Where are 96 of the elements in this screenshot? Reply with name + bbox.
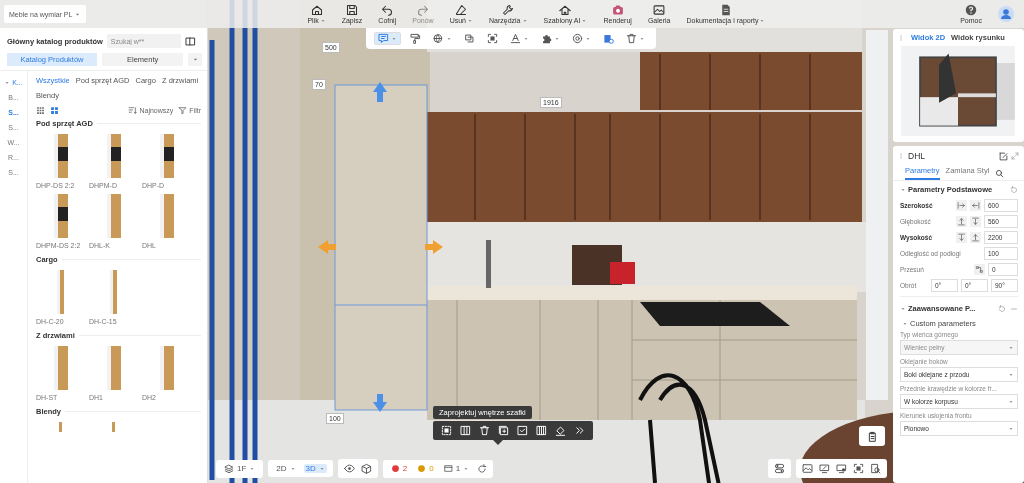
caret-icon <box>391 35 397 42</box>
gallery-icon <box>653 4 666 16</box>
sort-icon <box>128 106 138 115</box>
house-icon <box>310 4 323 16</box>
avatar-icon[interactable] <box>998 6 1014 22</box>
floor-plan-drawing[interactable] <box>898 46 1018 136</box>
wrench-icon <box>502 4 515 16</box>
clipboard-icon <box>866 430 878 442</box>
faucet-drawing <box>486 240 491 288</box>
align-right-icon[interactable] <box>970 199 981 211</box>
arrow-up-handle-icon[interactable] <box>373 82 387 102</box>
paint-bucket-icon[interactable] <box>555 425 566 436</box>
screen-edit-icon[interactable] <box>819 463 830 474</box>
arrow-down-handle-icon[interactable] <box>373 394 387 412</box>
caret-icon <box>446 35 452 42</box>
caret-icon <box>1008 344 1014 351</box>
note-icon <box>378 33 389 44</box>
caret-icon <box>4 79 11 86</box>
toggle-icon[interactable] <box>774 463 785 474</box>
caret-icon <box>1008 398 1014 405</box>
error-dot-icon <box>390 464 400 473</box>
copy-icon <box>464 33 475 44</box>
caret-icon <box>1008 371 1014 378</box>
caret-icon <box>289 465 296 472</box>
object-name: DHL <box>908 151 925 161</box>
camera-icon <box>611 4 624 16</box>
square-check-icon[interactable] <box>517 425 528 436</box>
align-top-icon[interactable] <box>970 215 981 227</box>
caret-icon <box>521 17 528 24</box>
layout-icon[interactable] <box>184 35 196 47</box>
note-tool-button[interactable] <box>374 32 401 45</box>
view-mode-tab[interactable]: 2D <box>274 464 298 473</box>
image-icon[interactable] <box>802 463 813 474</box>
paint-roller-icon <box>410 33 421 44</box>
move-icon[interactable] <box>974 263 985 275</box>
caret-icon <box>319 17 326 24</box>
floor-dropdown[interactable]: 1F <box>222 463 258 474</box>
errors-button[interactable]: 2 <box>388 464 410 473</box>
caret-icon <box>900 305 906 312</box>
caret-icon <box>759 17 766 24</box>
save-icon <box>346 4 358 16</box>
caret-icon <box>581 17 588 24</box>
view-mode-tab[interactable]: 3D <box>303 464 327 473</box>
caret-icon <box>249 465 256 472</box>
arrow-left-handle-icon[interactable] <box>318 240 336 254</box>
eraser-icon <box>455 4 468 16</box>
window-icon <box>443 464 453 473</box>
help-icon <box>965 4 978 16</box>
trash-icon <box>626 33 637 44</box>
caret-icon <box>585 35 591 42</box>
focus-icon <box>487 33 498 44</box>
panels-icon[interactable] <box>536 425 547 436</box>
arrow-right-handle-icon[interactable] <box>425 240 443 254</box>
layers-icon <box>224 463 234 474</box>
align-bottom-icon[interactable] <box>970 231 981 243</box>
coffee-machine-drawing <box>572 245 635 285</box>
caret-icon <box>463 465 470 472</box>
caret-icon <box>523 35 529 42</box>
globe-icon <box>433 33 444 44</box>
columns-icon[interactable] <box>460 425 471 436</box>
screen-gear-icon[interactable] <box>836 463 847 474</box>
delete-icon[interactable] <box>479 425 490 436</box>
caret-icon <box>467 17 473 24</box>
filter-icon <box>178 106 188 115</box>
circle-icon <box>572 33 583 44</box>
warning-dot-icon <box>417 464 427 473</box>
edit-icon[interactable] <box>999 151 1008 161</box>
puzzle-icon <box>541 33 552 44</box>
align-top-icon[interactable] <box>956 231 967 243</box>
add-copy-icon[interactable] <box>498 425 509 436</box>
undo-icon <box>381 4 394 16</box>
align-left-icon[interactable] <box>956 199 967 211</box>
search-icon[interactable] <box>995 168 1005 178</box>
caret-icon <box>554 35 560 42</box>
document-zoom-icon[interactable] <box>870 463 881 474</box>
cabinet-settings-icon <box>603 33 614 44</box>
cube-icon[interactable] <box>360 463 372 474</box>
caret-icon <box>318 465 325 472</box>
house-roof-icon <box>559 4 572 16</box>
chevrons-right-icon[interactable] <box>574 425 585 436</box>
refresh-icon[interactable] <box>477 463 488 474</box>
eye-icon[interactable] <box>343 463 355 474</box>
notices-button[interactable]: 1 <box>441 464 472 473</box>
select-box-icon[interactable] <box>441 425 452 436</box>
align-bottom-icon[interactable] <box>956 215 967 227</box>
document-icon <box>719 4 732 16</box>
caret-icon <box>639 35 645 42</box>
caret-icon <box>1008 425 1014 432</box>
grid-view-icon[interactable] <box>50 106 59 115</box>
focus-icon[interactable] <box>853 463 864 474</box>
list-view-icon[interactable] <box>36 106 45 115</box>
text-underline-icon <box>510 33 521 44</box>
caret-icon <box>900 186 906 193</box>
caret-icon <box>902 320 908 327</box>
clipboard-button[interactable] <box>859 426 885 446</box>
redo-icon <box>416 4 429 16</box>
